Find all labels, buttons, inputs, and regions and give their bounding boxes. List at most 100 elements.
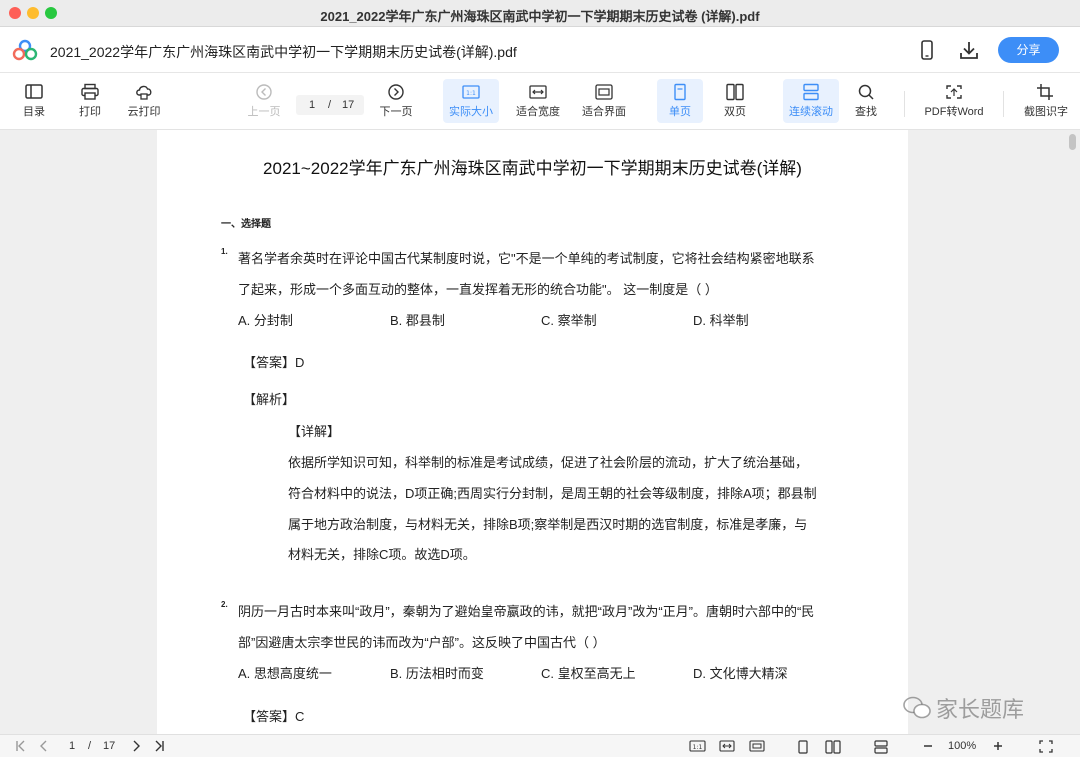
toc-button[interactable]: 目录 bbox=[14, 79, 54, 123]
cloud-print-button[interactable]: 云打印 bbox=[122, 79, 166, 123]
chevron-left-icon bbox=[40, 740, 47, 752]
answer-text: 【答案】D bbox=[243, 355, 305, 370]
share-button[interactable]: 分享 bbox=[998, 37, 1059, 63]
analysis-heading: 【解析】 bbox=[243, 392, 296, 407]
toolbar-divider bbox=[904, 91, 905, 117]
continuous-scroll-label: 连续滚动 bbox=[789, 106, 833, 118]
convert-icon bbox=[946, 85, 962, 99]
next-page-button[interactable]: 下一页 bbox=[376, 79, 416, 123]
first-page-button[interactable] bbox=[14, 740, 28, 752]
single-page-icon bbox=[798, 740, 808, 754]
fit-page-icon bbox=[749, 740, 765, 752]
status-fit-page-button[interactable] bbox=[749, 740, 765, 752]
chevron-right-icon bbox=[388, 84, 404, 100]
single-page-button[interactable]: 单页 bbox=[657, 79, 703, 123]
question-number: 2. bbox=[221, 600, 228, 609]
zoom-in-button[interactable] bbox=[992, 740, 1004, 752]
pdf-page: 2021~2022学年广东广州海珠区南武中学初一下学期期末历史试卷(详解) 一、… bbox=[157, 130, 908, 734]
status-fit-width-button[interactable] bbox=[719, 740, 735, 752]
watermark-text: 家长题库 bbox=[936, 697, 1025, 722]
cloud-print-icon bbox=[136, 85, 152, 100]
option-b: B. 历法相时而变 bbox=[390, 666, 484, 681]
wechat-icon bbox=[903, 696, 931, 719]
fit-page-icon bbox=[595, 84, 613, 100]
prev-page-button[interactable]: 上一页 bbox=[244, 79, 284, 123]
status-actual-size-button[interactable]: 1:1 bbox=[689, 740, 706, 752]
chevron-left-icon bbox=[256, 84, 272, 100]
fit-width-icon bbox=[719, 740, 735, 752]
double-page-label: 双页 bbox=[724, 106, 746, 118]
zoom-level[interactable]: 100% bbox=[948, 740, 976, 752]
question-number: 1. bbox=[221, 247, 228, 256]
option-a: A. 思想高度统一 bbox=[238, 666, 332, 681]
find-button[interactable]: 查找 bbox=[846, 79, 886, 123]
window-titlebar: 2021_2022学年广东广州海珠区南武中学初一下学期期末历史试卷 (详解).p… bbox=[0, 0, 1080, 27]
fit-width-icon bbox=[529, 85, 547, 99]
plus-icon bbox=[994, 742, 1002, 750]
detail-text-line: 依据所学知识可知，科举制的标准是考试成绩，促进了社会阶层的流动，扩大了统治基础， bbox=[288, 455, 809, 470]
toc-icon bbox=[25, 84, 43, 99]
chevron-right-icon bbox=[133, 740, 140, 752]
cloud-print-label: 云打印 bbox=[127, 106, 161, 118]
status-single-page-button[interactable] bbox=[797, 740, 809, 754]
first-page-icon bbox=[16, 740, 25, 752]
toolbar-divider-2 bbox=[1003, 91, 1004, 117]
detail-text-line: 属于地方政治制度，与材料无关，排除B项;察举制是西汉时期的选官制度，标准是孝廉，… bbox=[288, 517, 808, 532]
detail-heading: 【详解】 bbox=[288, 424, 341, 439]
detail-text-line: 符合材料中的说法，D项正确;西周实行分封制，是周王朝的社会等级制度，排除A项；郡… bbox=[288, 486, 817, 501]
status-total-pages: 17 bbox=[103, 740, 116, 752]
find-label: 查找 bbox=[855, 106, 877, 118]
status-current-page[interactable]: 1 bbox=[69, 740, 75, 752]
double-page-button[interactable]: 双页 bbox=[714, 79, 756, 123]
fit-page-button[interactable]: 适合界面 bbox=[577, 79, 631, 123]
option-c: C. 察举制 bbox=[541, 313, 597, 328]
question-text-line: 著名学者余英时在评论中国古代某制度时说，它"不是一个单纯的考试制度，它将社会结构… bbox=[238, 251, 815, 266]
actual-size-icon: 1:1 bbox=[462, 85, 480, 99]
double-page-icon bbox=[726, 83, 744, 101]
single-page-label: 单页 bbox=[669, 106, 691, 118]
status-double-page-button[interactable] bbox=[825, 740, 841, 754]
window-title: 2021_2022学年广东广州海珠区南武中学初一下学期期末历史试卷 (详解).p… bbox=[320, 9, 760, 24]
zoom-out-button[interactable] bbox=[922, 740, 934, 752]
question-text-line: 部”因避唐太宗李世民的讳而改为“户部”。这反映了中国古代（ ） bbox=[238, 635, 606, 650]
question-text-line: 阴历一月古时本来叫“政月”，秦朝为了避始皇帝嬴政的讳，就把“政月”改为“正月”。… bbox=[238, 604, 815, 619]
fit-width-button[interactable]: 适合宽度 bbox=[511, 79, 565, 123]
minus-icon bbox=[924, 745, 932, 747]
single-page-icon bbox=[674, 83, 686, 101]
page-separator: / bbox=[328, 99, 332, 111]
current-page-value: 1 bbox=[309, 99, 316, 111]
document-bar: 2021_2022学年广东广州海珠区南武中学初一下学期期末历史试卷(详解).pd… bbox=[0, 27, 1080, 73]
section-heading: 一、选择题 bbox=[221, 219, 271, 230]
status-continuous-button[interactable] bbox=[873, 740, 889, 754]
next-page-small-button[interactable] bbox=[130, 740, 142, 752]
actual-size-label: 实际大小 bbox=[449, 106, 493, 118]
fit-page-label: 适合界面 bbox=[582, 106, 626, 118]
fullscreen-button[interactable] bbox=[1039, 740, 1053, 753]
actual-size-icon-text: 1:1 bbox=[466, 90, 476, 97]
phone-icon[interactable] bbox=[916, 39, 938, 61]
pdf-to-word-button[interactable]: PDF转Word bbox=[920, 79, 988, 123]
vertical-scrollbar[interactable] bbox=[1069, 134, 1076, 150]
download-icon[interactable] bbox=[958, 39, 980, 61]
printer-icon bbox=[81, 83, 99, 100]
last-page-button[interactable] bbox=[152, 740, 166, 752]
actual-size-button[interactable]: 1:1 实际大小 bbox=[443, 79, 499, 123]
page-number-input[interactable]: 1 / 17 bbox=[296, 95, 364, 115]
prev-page-small-button[interactable] bbox=[38, 740, 50, 752]
option-d: D. 科举制 bbox=[693, 313, 749, 328]
prev-page-label: 上一页 bbox=[247, 106, 281, 118]
option-b: B. 郡县制 bbox=[390, 313, 445, 328]
total-pages-value: 17 bbox=[342, 99, 355, 111]
search-icon bbox=[858, 84, 874, 100]
document-viewer[interactable]: 2021~2022学年广东广州海珠区南武中学初一下学期期末历史试卷(详解) 一、… bbox=[0, 130, 1080, 734]
last-page-icon bbox=[155, 740, 164, 752]
document-title: 2021~2022学年广东广州海珠区南武中学初一下学期期末历史试卷(详解) bbox=[263, 159, 802, 178]
continuous-scroll-button[interactable]: 连续滚动 bbox=[783, 79, 839, 123]
document-filename: 2021_2022学年广东广州海珠区南武中学初一下学期期末历史试卷(详解).pd… bbox=[50, 44, 517, 60]
status-actual-size-icon-text: 1:1 bbox=[693, 744, 703, 751]
ocr-button[interactable]: 截图识字 bbox=[1018, 79, 1074, 123]
question-text-line: 了起来，形成一个多面互动的整体，一直发挥着无形的统合功能"。 这一制度是（ ） bbox=[238, 282, 718, 297]
option-a: A. 分封制 bbox=[238, 313, 293, 328]
print-button[interactable]: 打印 bbox=[70, 79, 110, 123]
continuous-scroll-icon bbox=[803, 83, 819, 101]
